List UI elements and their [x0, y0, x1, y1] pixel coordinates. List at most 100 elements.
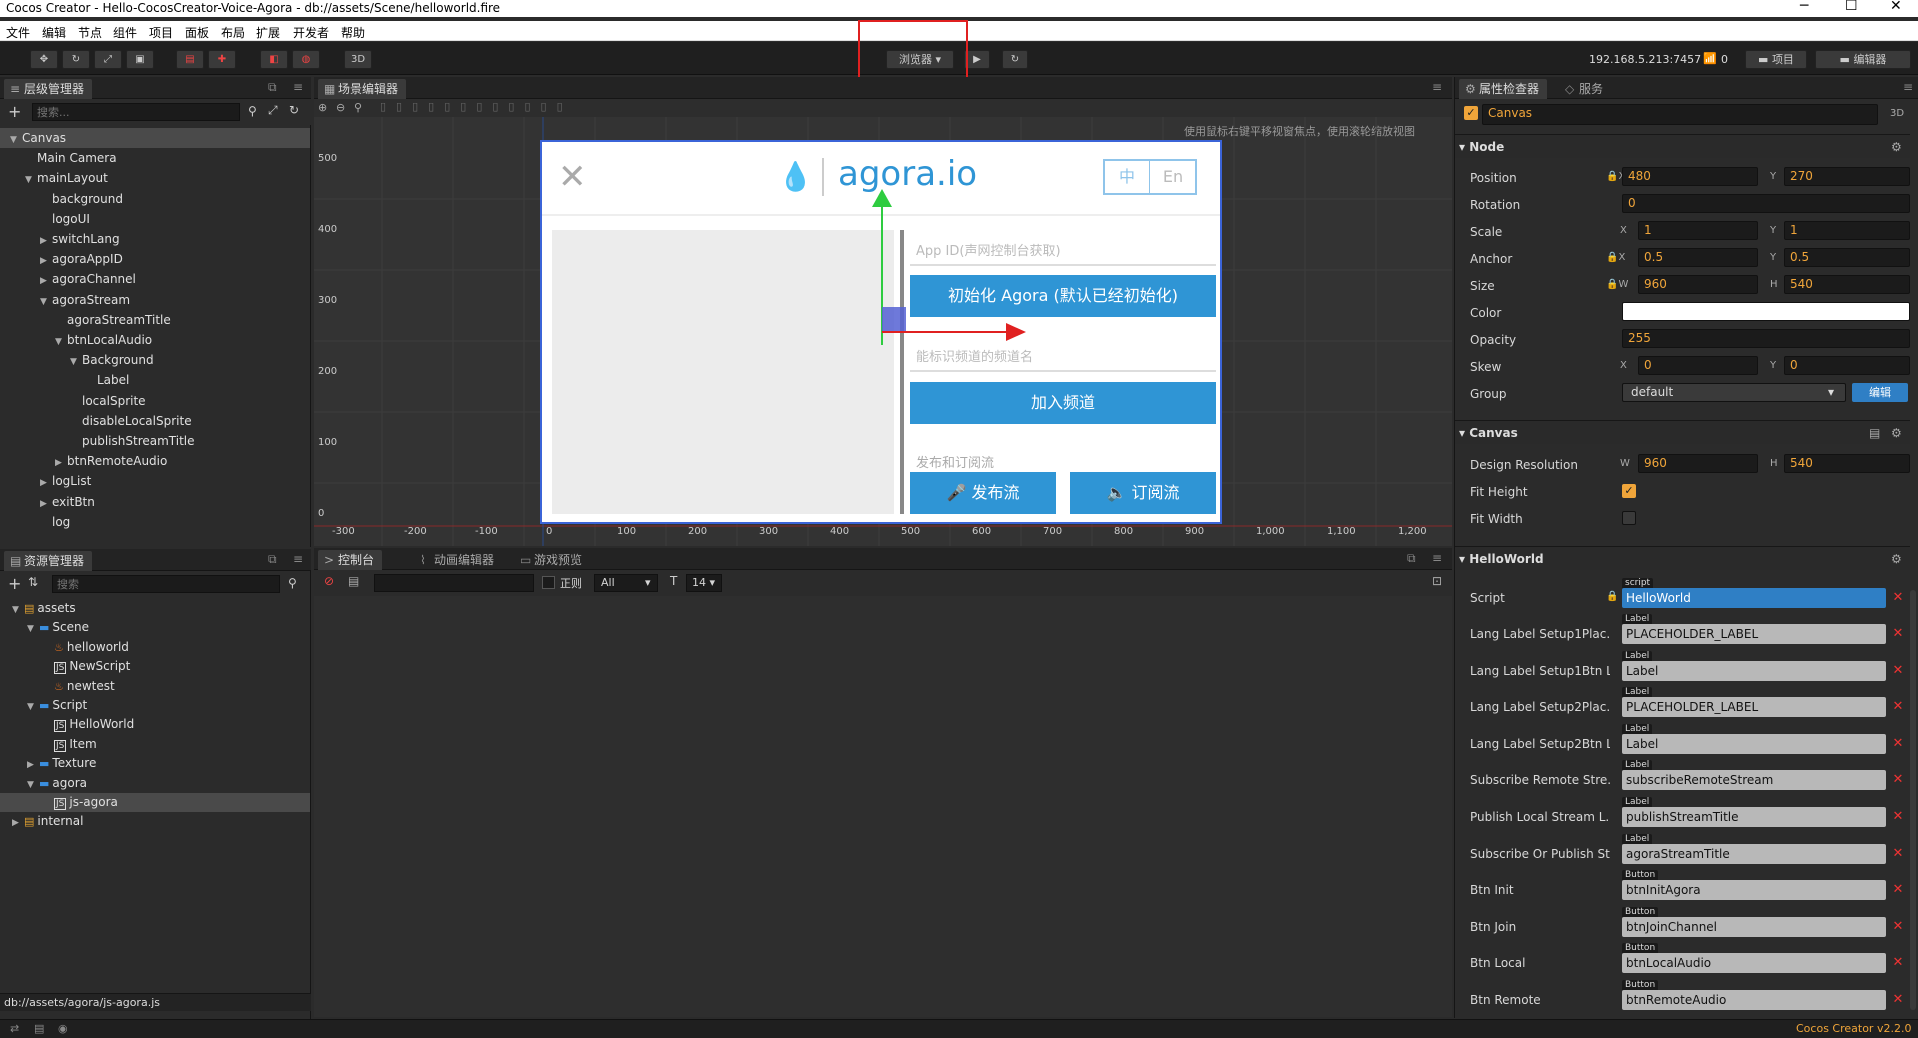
helloworld-section[interactable]: ▾ HelloWorld ⚙	[1455, 546, 1910, 570]
asset-item[interactable]: JS HelloWorld	[0, 715, 310, 734]
panel-menu-icon[interactable]: ≡	[1432, 80, 1442, 94]
zoom-reset-icon[interactable]: ⚲	[354, 101, 362, 114]
project-button[interactable]: ▬ 项目	[1745, 50, 1807, 69]
tree-node[interactable]: ▼ Canvas	[0, 128, 310, 148]
collapse-arrow-icon[interactable]: ▼	[40, 292, 52, 312]
hierarchy-search-input[interactable]	[32, 103, 240, 121]
expand-arrow-icon[interactable]: ▶	[40, 494, 52, 514]
tree-node[interactable]: disableLocalSprite	[0, 411, 310, 431]
tree-node[interactable]: ▼ btnLocalAudio	[0, 330, 310, 350]
zoom-out-icon[interactable]: ⊖	[336, 101, 345, 114]
ref-field[interactable]: btnLocalAudio	[1622, 953, 1886, 974]
remove-ref-icon[interactable]: ✕	[1890, 882, 1906, 898]
tree-node[interactable]: logoUI	[0, 209, 310, 229]
zoom-in-icon[interactable]: ⊕	[318, 101, 327, 114]
minimize-icon[interactable]: ─	[1800, 0, 1808, 14]
tree-node[interactable]: Label	[0, 370, 310, 390]
collapse-arrow-icon[interactable]: ▼	[27, 776, 39, 795]
tree-node[interactable]: ▶ agoraChannel	[0, 269, 310, 289]
fit-width-checkbox[interactable]	[1622, 511, 1636, 525]
log-level-select[interactable]: All ▾	[594, 574, 658, 592]
expand-arrow-icon[interactable]: ▶	[55, 453, 67, 473]
menu-component[interactable]: 组件	[113, 24, 137, 41]
lang-en-button[interactable]: En	[1151, 161, 1195, 193]
gizmo-xy-handle[interactable]	[882, 307, 906, 331]
color-swatch[interactable]	[1622, 302, 1910, 321]
anchor-y-field[interactable]: 0.5	[1784, 248, 1910, 267]
tree-node[interactable]: ▶ logList	[0, 471, 310, 491]
node-section[interactable]: ▾ Node ⚙	[1455, 134, 1910, 158]
collapse-arrow-icon[interactable]: ▼	[27, 620, 39, 639]
remove-ref-icon[interactable]: ✕	[1890, 809, 1906, 825]
status-eye-icon[interactable]: ◉	[58, 1022, 68, 1035]
status-sync-icon[interactable]: ⇄	[10, 1022, 19, 1035]
asset-item[interactable]: ♨ helloworld	[0, 638, 310, 657]
tab-console[interactable]: > 控制台	[318, 550, 383, 570]
asset-item[interactable]: ▼ ▬ Script	[0, 696, 310, 715]
scale-x-field[interactable]: 1	[1638, 221, 1758, 240]
regex-checkbox[interactable]	[542, 576, 555, 589]
doc-icon[interactable]: ▤	[1869, 421, 1880, 445]
tree-node[interactable]: ▶ agoraAppID	[0, 249, 310, 269]
collapse-icon[interactable]: ⊡	[1432, 574, 1442, 588]
expand-arrow-icon[interactable]: ▶	[40, 473, 52, 493]
panel-menu-icon[interactable]: ≡	[293, 552, 303, 566]
remove-ref-icon[interactable]: ✕	[1890, 699, 1906, 715]
opacity-field[interactable]: 255	[1622, 329, 1910, 348]
menu-layout[interactable]: 布局	[221, 24, 245, 41]
channel-input[interactable]: 能标识频道的频道名	[916, 346, 1216, 366]
panel-menu-icon[interactable]: ≡	[1903, 80, 1913, 94]
scale-tool-icon[interactable]: ⤢	[94, 50, 122, 69]
asset-item[interactable]: ▶ ▤ internal	[0, 812, 310, 831]
3d-toggle-button[interactable]: 3D	[344, 50, 372, 69]
menu-project[interactable]: 项目	[149, 24, 173, 41]
status-db-icon[interactable]: ▤	[34, 1022, 44, 1035]
ref-field[interactable]: subscribeRemoteStream	[1622, 770, 1886, 791]
expand-arrow-icon[interactable]: ▶	[40, 231, 52, 251]
editor-button[interactable]: ▬ 编辑器	[1815, 50, 1911, 69]
clear-icon[interactable]: ⊘	[324, 574, 334, 588]
tree-node[interactable]: ▼ Background	[0, 350, 310, 370]
tree-node[interactable]: Main Camera	[0, 148, 310, 168]
search-icon[interactable]: ⚲	[288, 576, 297, 590]
tree-node[interactable]: localSprite	[0, 391, 310, 411]
tab-services[interactable]: ◇ 服务	[1559, 79, 1611, 99]
collapse-arrow-icon[interactable]: ▼	[55, 332, 67, 352]
local-icon[interactable]: ✚	[208, 50, 236, 69]
menu-node[interactable]: 节点	[78, 24, 102, 41]
ref-field[interactable]: btnJoinChannel	[1622, 916, 1886, 937]
canvas-section[interactable]: ▾ Canvas ▤ ⚙	[1455, 420, 1910, 444]
init-agora-button[interactable]: 初始化 Agora (默认已经初始化)	[910, 275, 1216, 317]
collapse-arrow-icon[interactable]: ▼	[10, 130, 22, 150]
tree-node[interactable]: log	[0, 512, 310, 532]
script-field[interactable]: HelloWorld	[1622, 588, 1886, 608]
expand-arrow-icon[interactable]: ▶	[27, 756, 39, 775]
tree-node[interactable]: agoraStreamTitle	[0, 310, 310, 330]
popout-icon[interactable]: ⧉	[268, 80, 277, 95]
close-icon[interactable]: ✕	[1890, 0, 1902, 14]
ref-field[interactable]: PLACEHOLDER_LABEL	[1622, 624, 1886, 644]
appid-input[interactable]: App ID(声网控制台获取)	[916, 240, 1216, 260]
tree-node[interactable]: ▶ switchLang	[0, 229, 310, 249]
lang-zh-button[interactable]: 中	[1105, 161, 1150, 193]
remove-ref-icon[interactable]: ✕	[1890, 955, 1906, 971]
tree-node[interactable]: ▼ agoraStream	[0, 290, 310, 310]
refresh-icon[interactable]: ↻	[289, 103, 299, 117]
position-x-field[interactable]: 480	[1622, 167, 1758, 186]
inspector-scrollbar[interactable]	[1910, 590, 1916, 1010]
ref-field[interactable]: Label	[1622, 733, 1886, 754]
log-file-icon[interactable]: ▤	[348, 574, 359, 588]
gizmo-x-arrow-icon[interactable]	[1006, 323, 1026, 341]
refresh-button[interactable]: ↻	[1002, 50, 1028, 69]
popout-icon[interactable]: ⧉	[268, 552, 277, 567]
join-channel-button[interactable]: 加入频道	[910, 382, 1216, 424]
rect-tool-icon[interactable]: ▣	[126, 50, 154, 69]
design-height-field[interactable]: 540	[1784, 454, 1910, 473]
expand-arrow-icon[interactable]: ▶	[12, 814, 24, 833]
gizmo-x-axis[interactable]	[882, 331, 1010, 333]
asset-item[interactable]: ▼ ▬ Scene	[0, 618, 310, 637]
assets-search-input[interactable]	[52, 575, 280, 593]
asset-item[interactable]: JS NewScript	[0, 657, 310, 676]
tree-node[interactable]: background	[0, 189, 310, 209]
expand-arrow-icon[interactable]: ▶	[40, 251, 52, 271]
